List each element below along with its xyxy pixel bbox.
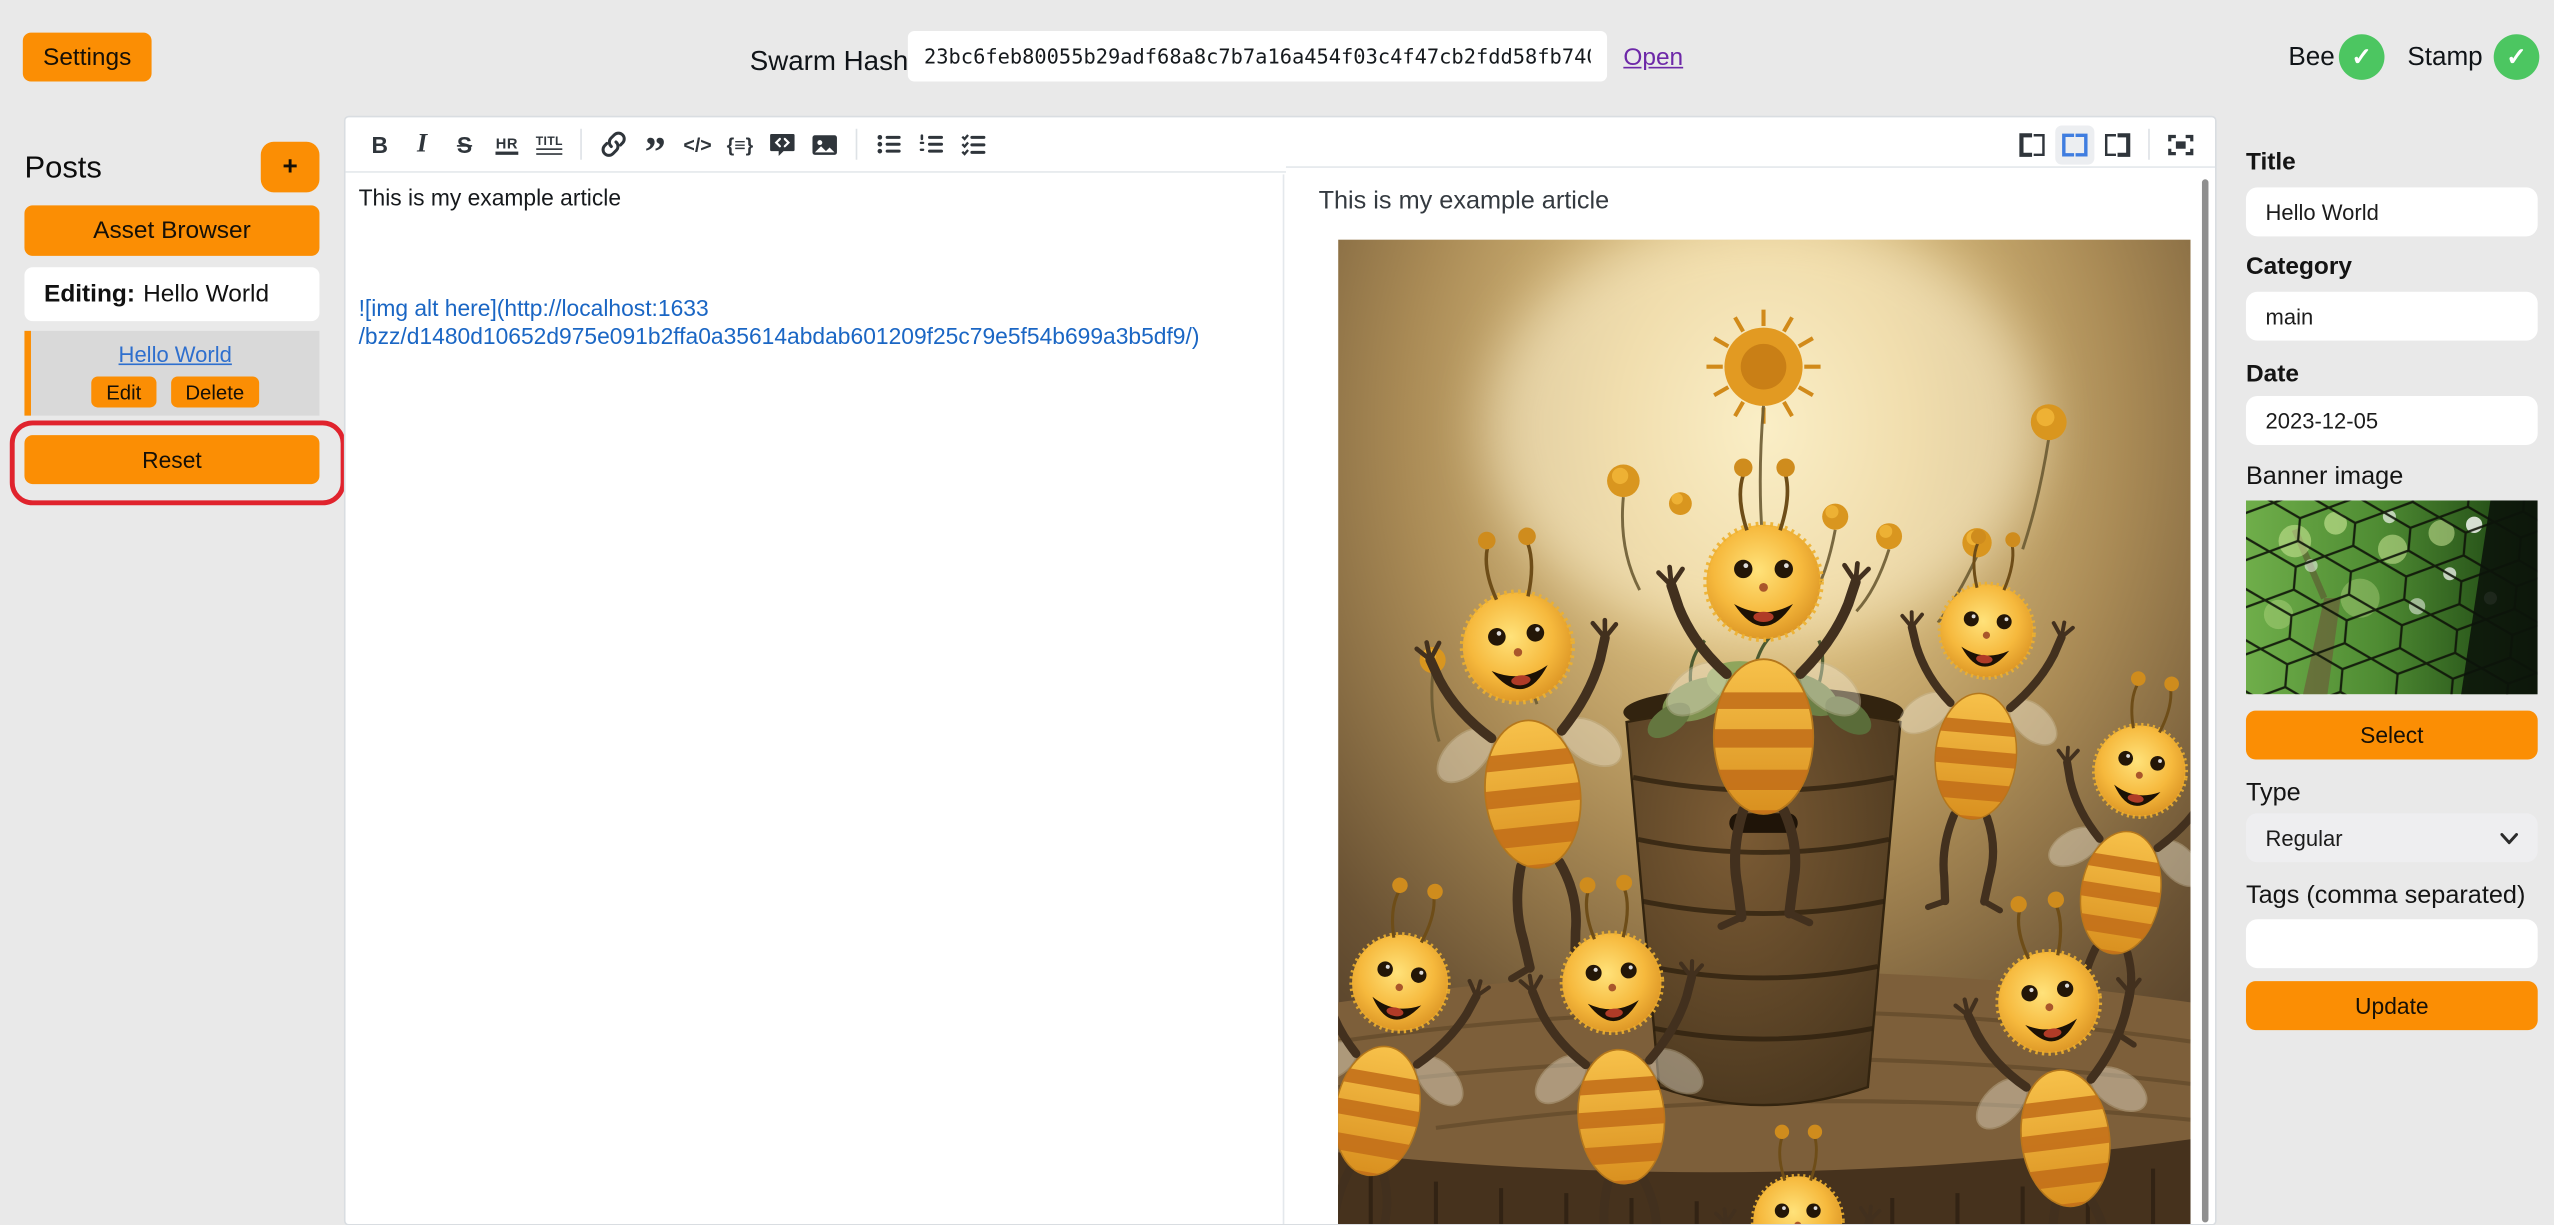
select-banner-button[interactable]: Select [2246, 711, 2538, 760]
preview-only-view-icon[interactable] [2098, 125, 2137, 164]
comment-code-icon[interactable] [763, 125, 802, 164]
checklist-icon[interactable] [953, 125, 992, 164]
banner-image-thumbnail [2246, 500, 2538, 694]
category-label: Category [2246, 253, 2352, 281]
post-list-item: Hello World Edit Delete [24, 331, 319, 416]
fullscreen-icon[interactable] [2161, 125, 2200, 164]
open-link[interactable]: Open [1623, 44, 1683, 72]
banner-image-label: Banner image [2246, 463, 2403, 492]
update-button[interactable]: Update [2246, 981, 2538, 1030]
toolbar-separator [856, 129, 858, 160]
horizontal-rule-icon[interactable]: HR [496, 134, 518, 154]
app-window: Settings Swarm Hash Open Bee ✓ Stamp ✓ P… [0, 0, 2554, 1225]
ordered-list-icon[interactable] [911, 125, 950, 164]
chevron-down-icon [2500, 832, 2518, 843]
codeblock-icon[interactable]: {≡} [720, 125, 759, 164]
source-line: This is my example article [359, 184, 1270, 212]
markdown-editor: B I S HR TITL ” </> {≡} [344, 116, 2217, 1225]
source-image-markdown-line1: ![img alt here](http://localhost:1633 [359, 295, 1270, 323]
reset-button[interactable]: Reset [24, 435, 319, 484]
strikethrough-icon[interactable]: S [445, 125, 484, 164]
editing-prefix: Editing: [44, 280, 135, 308]
stamp-status-label: Stamp [2407, 44, 2482, 73]
preview-pane: This is my example article [1286, 166, 2217, 1225]
link-icon[interactable] [593, 125, 632, 164]
italic-icon[interactable]: I [403, 125, 442, 164]
date-input[interactable] [2246, 396, 2538, 445]
toolbar-right-group [2011, 125, 2202, 164]
code-icon[interactable]: </> [678, 125, 717, 164]
add-post-button[interactable]: + [261, 142, 320, 193]
settings-button[interactable]: Settings [23, 33, 152, 82]
asset-browser-button[interactable]: Asset Browser [24, 205, 319, 256]
unordered-list-icon[interactable] [869, 125, 908, 164]
type-select-value: Regular [2266, 826, 2343, 850]
post-actions: Edit Delete [92, 376, 259, 407]
stamp-check-icon: ✓ [2494, 34, 2540, 80]
editing-indicator: Editing: Hello World [24, 267, 319, 321]
toolbar-separator [580, 129, 582, 160]
delete-post-button[interactable]: Delete [171, 376, 259, 407]
quote-icon[interactable]: ” [636, 117, 675, 172]
editing-title: Hello World [143, 280, 269, 308]
markdown-source-pane[interactable]: This is my example article ![img alt her… [346, 174, 1285, 1225]
image-icon[interactable] [805, 125, 844, 164]
editor-toolbar: B I S HR TITL ” </> {≡} [346, 117, 2215, 172]
bee-status-label: Bee [2288, 44, 2334, 73]
tags-label: Tags (comma separated) [2246, 882, 2525, 911]
type-select[interactable]: Regular [2246, 813, 2538, 862]
post-title-link[interactable]: Hello World [119, 342, 232, 366]
side-by-side-view-icon[interactable] [2055, 125, 2094, 164]
type-label: Type [2246, 779, 2301, 808]
bee-check-icon: ✓ [2339, 34, 2385, 80]
editor-only-view-icon[interactable] [2013, 125, 2052, 164]
toolbar-separator [2148, 129, 2150, 160]
preview-scrollbar[interactable] [2202, 179, 2209, 1222]
article-bee-image [1338, 240, 2190, 1225]
date-label: Date [2246, 360, 2299, 388]
swarm-hash-label: Swarm Hash [750, 46, 909, 79]
tags-input[interactable] [2246, 919, 2538, 968]
title-icon[interactable]: TITL [536, 134, 563, 155]
preview-paragraph: This is my example article [1319, 187, 2186, 216]
source-image-markdown-line2: /bzz/d1480d10652d975e091b2ffa0a35614abda… [359, 323, 1270, 351]
posts-heading: Posts [24, 152, 101, 188]
edit-post-button[interactable]: Edit [92, 376, 156, 407]
swarm-hash-input[interactable] [908, 31, 1607, 82]
bold-icon[interactable]: B [360, 125, 399, 164]
title-input[interactable] [2246, 187, 2538, 236]
title-label: Title [2246, 148, 2296, 176]
category-input[interactable] [2246, 292, 2538, 341]
